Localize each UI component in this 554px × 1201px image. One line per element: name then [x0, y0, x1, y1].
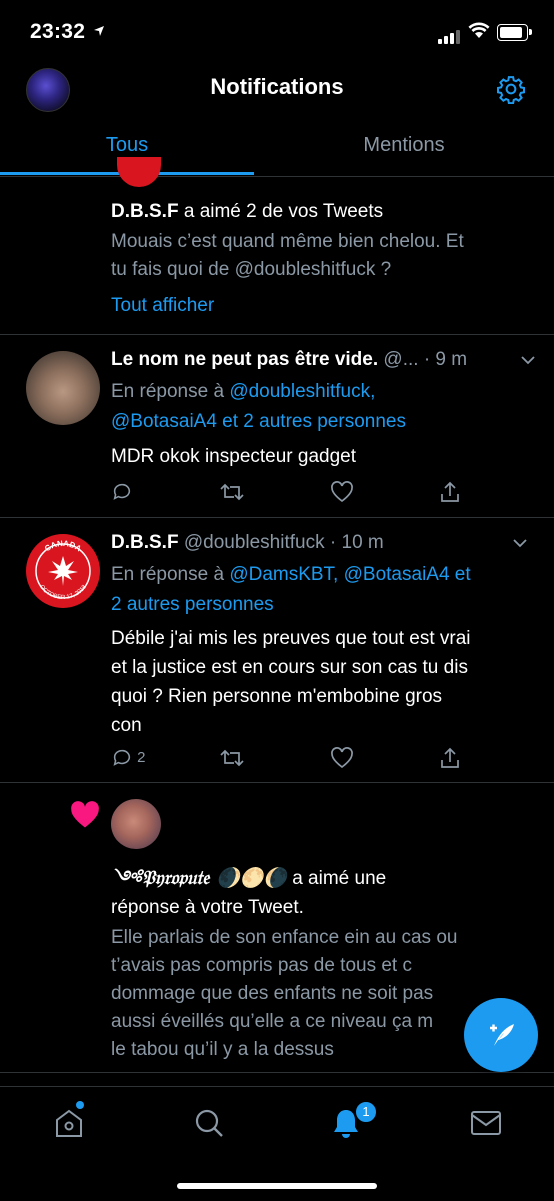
tweet-preview-line: t’avais pas compris pas de tous et c — [111, 955, 412, 976]
tab-bar: Tous Mentions — [0, 122, 554, 177]
reply-icon[interactable] — [111, 481, 133, 503]
user-handle: @... — [383, 349, 419, 370]
mention-link[interactable]: @DamsKBT, — [229, 564, 338, 585]
status-time: 23:32 — [30, 20, 86, 43]
heart-icon — [70, 801, 100, 834]
mention-link[interactable]: 2 autres personnes — [111, 590, 274, 620]
reply-button[interactable]: 2 — [111, 747, 146, 769]
mention-link[interactable]: @BotasaiA4 et — [344, 564, 471, 585]
tweet-preview-line: le tabou qu’il y a la dessus — [111, 1039, 334, 1060]
signal-icon — [438, 26, 462, 44]
like-icon[interactable] — [330, 481, 354, 503]
tab-mentions[interactable]: Mentions — [277, 134, 531, 157]
mention-link[interactable]: @doubleshitfuck, — [229, 381, 375, 402]
tab-all[interactable]: Tous — [0, 134, 254, 157]
user-name[interactable]: D.B.S.F — [111, 532, 179, 553]
home-icon[interactable] — [54, 1107, 84, 1144]
notification-like-group[interactable]: D.B.S.F a aimé 2 de vos Tweets Mouais c’… — [0, 157, 554, 334]
avatar-text-top: CANADA — [43, 539, 83, 554]
tweet-time: · 9 m — [423, 349, 468, 370]
avatar[interactable] — [26, 351, 100, 425]
reply-icon[interactable] — [111, 749, 133, 766]
divider — [0, 1072, 554, 1073]
new-content-indicator — [76, 1101, 84, 1109]
show-all-link[interactable]: Tout afficher — [111, 291, 214, 321]
avatar — [117, 157, 161, 187]
avatar-text-bottom: OCTOBER 17, 2018 — [38, 584, 88, 601]
tweet-text: MDR okok inspecteur gadget — [111, 446, 357, 467]
tweet-preview-line: dommage que des enfants ne soit pas — [111, 983, 434, 1004]
share-icon[interactable] — [439, 746, 461, 770]
chevron-down-icon[interactable] — [520, 353, 536, 371]
chevron-down-icon[interactable] — [512, 536, 528, 554]
compose-icon — [484, 1018, 518, 1057]
page-title: Notifications — [210, 74, 344, 99]
user-name[interactable]: ༺𝔓𝔶𝔯𝔬𝔭𝔲𝔱𝔢 🌒🌕🌘 — [111, 867, 287, 889]
battery-icon — [497, 24, 532, 41]
status-bar: 23:32 — [0, 0, 554, 62]
user-handle: @doubleshitfuck — [183, 532, 325, 553]
wifi-icon — [468, 22, 490, 44]
avatar[interactable]: CANADA OCTOBER 17, 2018 — [26, 534, 100, 608]
tweet-text-line: et la justice est en cours sur son cas t… — [111, 657, 468, 678]
like-icon[interactable] — [330, 747, 354, 769]
share-icon[interactable] — [439, 480, 461, 504]
retweet-icon[interactable] — [219, 747, 245, 769]
gear-icon[interactable] — [496, 74, 526, 105]
user-name[interactable]: D.B.S.F — [111, 201, 179, 222]
tweet-reply[interactable]: CANADA OCTOBER 17, 2018 D.B.S.F @doubles… — [0, 518, 554, 782]
user-name[interactable]: Le nom ne peut pas être vide. — [111, 349, 378, 370]
mention-link[interactable]: @BotasaiA4 et 2 autres personnes — [111, 407, 406, 437]
svg-text:CANADA: CANADA — [43, 539, 83, 554]
tweet-preview-line: tu fais quoi de @doubleshitfuck ? — [111, 259, 392, 280]
notification-action: a aimé 2 de vos Tweets — [183, 201, 384, 222]
compose-button[interactable] — [464, 998, 538, 1072]
notification-action-line: réponse à votre Tweet. — [111, 897, 304, 918]
tweet-preview-line: Elle parlais de son enfance ein au cas o… — [111, 927, 458, 948]
reply-prefix: En réponse à — [111, 564, 225, 585]
tweet-reply[interactable]: Le nom ne peut pas être vide. @... · 9 m… — [0, 335, 554, 516]
tweet-preview-line: aussi éveillés qu’elle a ce niveau ça m — [111, 1011, 434, 1032]
retweet-icon[interactable] — [219, 481, 245, 503]
tweet-text-line: quoi ? Rien personne m'embobine gros — [111, 686, 443, 707]
search-icon[interactable] — [193, 1107, 225, 1144]
reply-prefix: En réponse à — [111, 381, 225, 402]
reply-count: 2 — [137, 748, 146, 766]
avatar[interactable] — [111, 799, 161, 849]
tweet-text-line: Débile j'ai mis les preuves que tout est… — [111, 628, 471, 649]
navigation-arrow-icon — [93, 24, 105, 40]
mail-icon[interactable] — [470, 1109, 502, 1142]
tweet-preview-line: Mouais c’est quand même bien chelou. Et — [111, 231, 464, 252]
notification-action: a aimé une — [292, 868, 387, 889]
svg-text:OCTOBER 17, 2018: OCTOBER 17, 2018 — [38, 584, 88, 601]
tweet-time: · 10 m — [329, 532, 384, 553]
home-indicator — [177, 1183, 377, 1189]
notification-badge: 1 — [354, 1100, 378, 1124]
tweet-text-line: con — [111, 715, 142, 736]
